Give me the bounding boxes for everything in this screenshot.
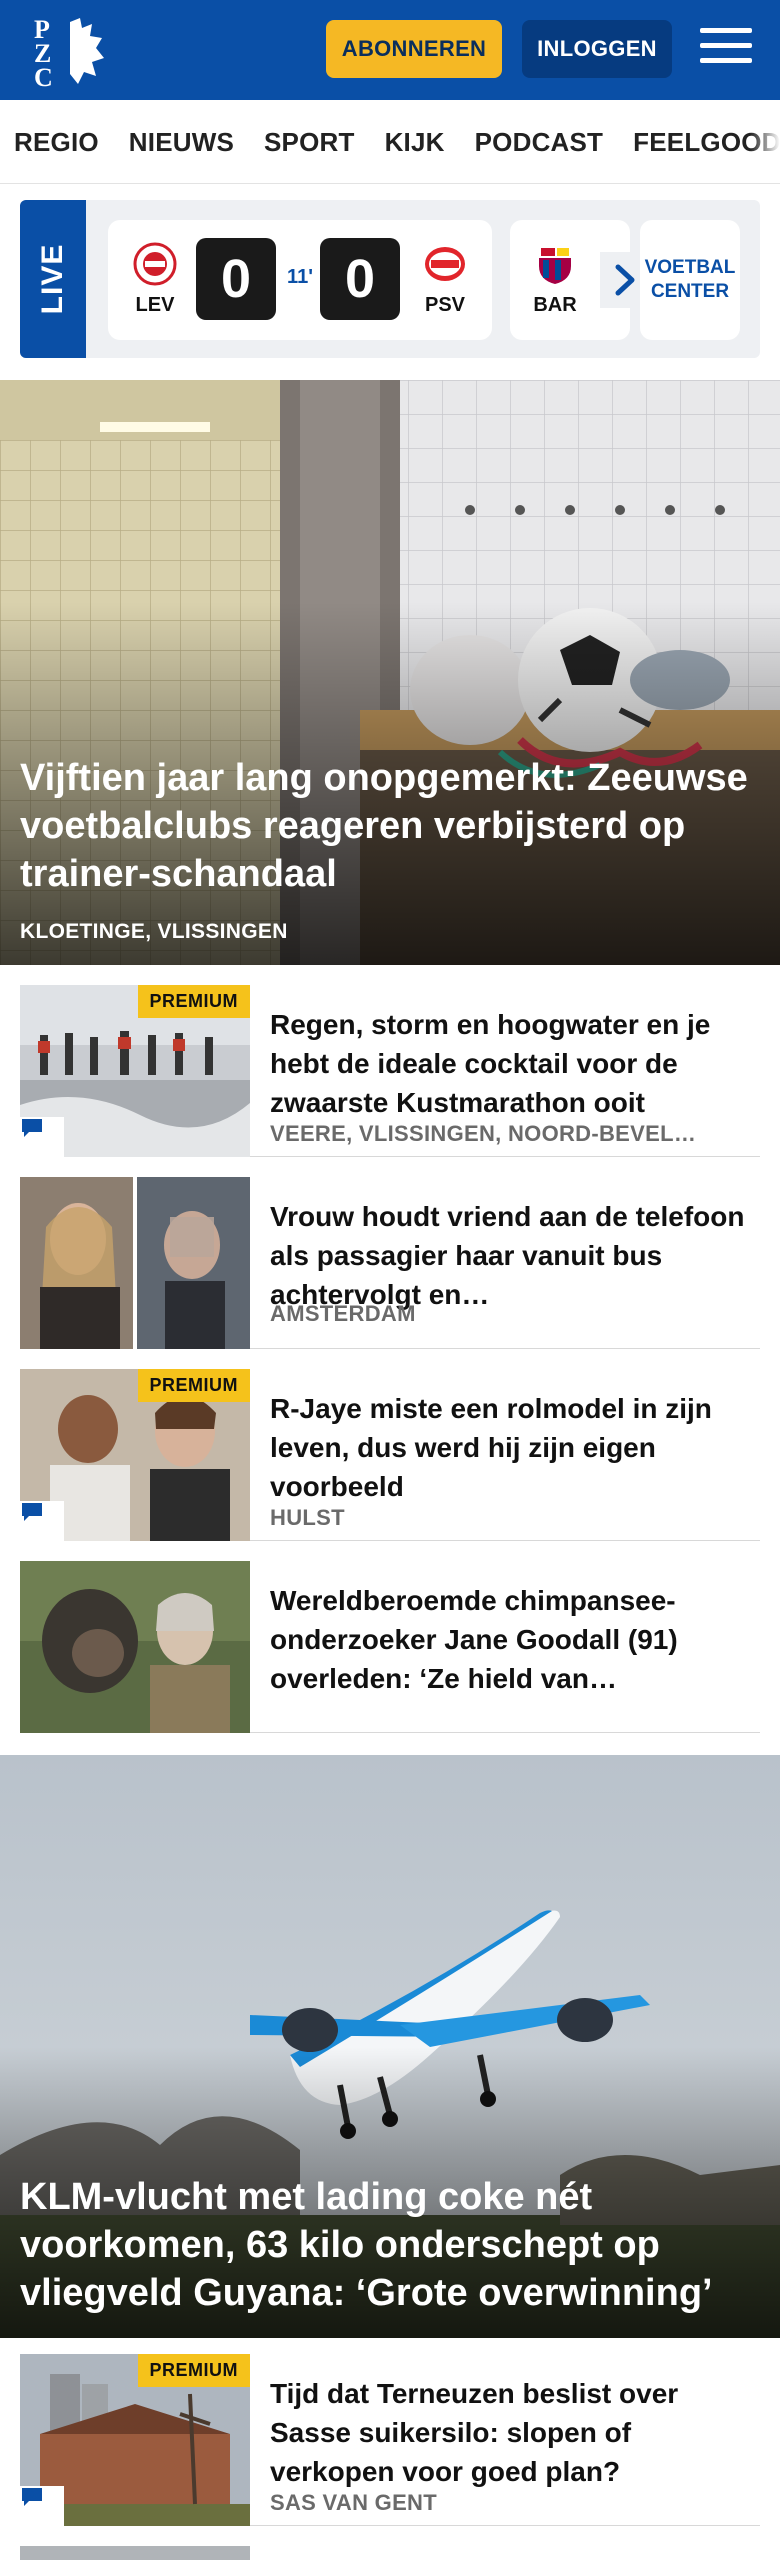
away-team: PSV — [410, 242, 480, 317]
hero-title[interactable]: Vijftien jaar lang onopgemerkt: Zeeuwse … — [20, 754, 756, 898]
nav-item-podcast[interactable]: PODCAST — [475, 127, 604, 158]
match-minute: 11' — [287, 266, 313, 288]
article-title[interactable]: Vrouw houdt vriend aan de telefoon als p… — [270, 1197, 750, 1314]
login-button[interactable]: INLOGGEN — [522, 20, 672, 78]
list-item[interactable]: PREMIUM Regen, storm en hoogwater en je … — [20, 985, 760, 1157]
article-location: AMSTERDAM — [270, 1301, 416, 1326]
comment-icon — [20, 1501, 64, 1541]
article-thumbnail — [20, 1177, 250, 1349]
home-score: 0 — [196, 238, 276, 320]
leverkusen-crest-icon — [133, 242, 177, 286]
article-location: HULST — [270, 1505, 345, 1530]
hero-article[interactable]: Vijftien jaar lang onopgemerkt: Zeeuwse … — [0, 380, 780, 965]
lion-emblem-icon — [70, 18, 104, 84]
away-score: 0 — [320, 238, 400, 320]
hamburger-menu-icon[interactable] — [700, 28, 752, 72]
premium-badge: PREMIUM — [137, 985, 250, 1018]
article-title[interactable]: Regen, storm en hoogwater en je hebt de … — [270, 1005, 750, 1122]
subscribe-button[interactable]: ABONNEREN — [326, 20, 502, 78]
article-title[interactable]: Wereldberoemde chimpansee-onderzoeker Ja… — [270, 1581, 750, 1698]
next-home-team-abbr: BAR — [533, 294, 577, 316]
match-card[interactable]: LEV 0 11' 0 PSV — [108, 220, 492, 340]
barcelona-crest-icon — [533, 242, 577, 286]
comment-icon — [20, 2486, 64, 2526]
list-item-partial[interactable] — [20, 2546, 760, 2560]
hero-location: KLOETINGE, VLISSINGEN — [20, 920, 288, 943]
list-item[interactable]: PREMIUM Tijd dat Terneuzen beslist over … — [20, 2354, 760, 2526]
psv-crest-icon — [423, 242, 467, 286]
hero-article[interactable]: KLM-vlucht met lading coke nét voorkomen… — [0, 1755, 780, 2338]
hero-title[interactable]: KLM-vlucht met lading coke nét voorkomen… — [20, 2173, 756, 2317]
nav-item-kijk[interactable]: KIJK — [385, 127, 445, 158]
article-location: SAS VAN GENT — [270, 2490, 437, 2515]
nav-item-nieuws[interactable]: NIEUWS — [129, 127, 234, 158]
list-item[interactable]: Vrouw houdt vriend aan de telefoon als p… — [20, 1177, 760, 1349]
article-title[interactable]: R-Jaye miste een rolmodel in zijn leven,… — [270, 1389, 750, 1506]
list-item[interactable]: PREMIUM R-Jaye miste een rolmodel in zij… — [20, 1369, 760, 1541]
article-thumbnail — [20, 1561, 250, 1733]
article-thumbnail: PREMIUM — [20, 1369, 250, 1541]
list-item[interactable]: Wereldberoemde chimpansee-onderzoeker Ja… — [20, 1561, 760, 1733]
premium-badge: PREMIUM — [137, 1369, 250, 1402]
premium-badge: PREMIUM — [137, 2354, 250, 2387]
article-thumbnail: PREMIUM — [20, 2354, 250, 2526]
comment-icon — [20, 1117, 64, 1157]
article-thumbnail: PREMIUM — [20, 985, 250, 1157]
nav-item-sport[interactable]: SPORT — [264, 127, 355, 158]
nav-item-regio[interactable]: REGIO — [14, 127, 99, 158]
article-title[interactable]: Tijd dat Terneuzen beslist over Sasse su… — [270, 2374, 750, 2491]
site-header: P Z C ABONNEREN INLOGGEN — [0, 0, 780, 100]
section-nav: REGIO NIEUWS SPORT KIJK PODCAST FEELGOOD… — [0, 100, 780, 184]
voetbal-center-link[interactable]: VOETBAL CENTER — [640, 220, 740, 340]
home-team-abbr: LEV — [135, 294, 175, 316]
away-team-abbr: PSV — [424, 294, 466, 316]
pzc-logo[interactable]: P Z C — [30, 14, 110, 92]
live-tag: LIVE — [20, 200, 86, 358]
home-team: LEV — [120, 242, 190, 317]
article-location: VEERE, VLISSINGEN, NOORD-BEVEL… — [270, 1121, 697, 1146]
logo-letter-c: C — [34, 63, 53, 88]
live-scores-bar: LIVE LEV 0 11' 0 PSV BAR VOETBAL CENTER — [20, 200, 760, 358]
